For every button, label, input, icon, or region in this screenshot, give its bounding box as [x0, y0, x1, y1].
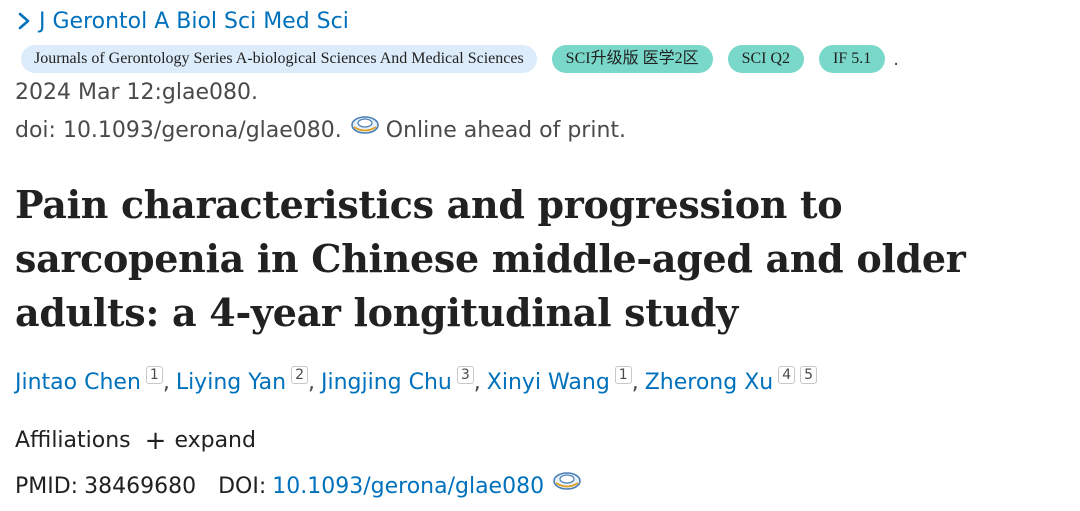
pmid-value: 38469680	[84, 474, 197, 499]
identifiers-row: PMID: 38469680 DOI: 10.1093/gerona/glae0…	[15, 471, 588, 499]
chevron-right-icon	[18, 12, 30, 30]
affiliation-ref[interactable]: 2	[291, 365, 308, 384]
author-link[interactable]: Zherong Xu	[645, 370, 774, 395]
journal-badges: Journals of Gerontology Series A-biologi…	[21, 45, 899, 73]
affiliations-expand-button[interactable]: + expand	[144, 425, 256, 456]
expand-label: expand	[174, 428, 256, 453]
author-link[interactable]: Jingjing Chu	[321, 370, 452, 395]
journal-full-name-badge: Journals of Gerontology Series A-biologi…	[21, 45, 537, 73]
article-title: Pain characteristics and progression to …	[15, 182, 966, 335]
affiliations-row: Affiliations + expand	[15, 425, 256, 456]
affiliation-ref[interactable]: 4	[778, 365, 796, 384]
citation-doi-line: doi: 10.1093/gerona/glae080. Online ahea…	[15, 115, 627, 143]
citation-doi: doi: 10.1093/gerona/glae080.	[15, 118, 342, 143]
affiliation-ref[interactable]: 1	[145, 365, 163, 384]
affiliation-ref[interactable]: 1	[614, 365, 632, 384]
journal-link[interactable]: J Gerontol A Biol Sci Med Sci	[15, 8, 349, 34]
impact-factor-badge: IF 5.1	[819, 45, 886, 73]
journal-quartile-badge: SCI Q2	[727, 45, 805, 73]
journal-abbrev: J Gerontol A Biol Sci Med Sci	[39, 8, 349, 34]
doi-tracker-icon[interactable]	[350, 114, 380, 136]
badge-trailing-period: .	[893, 48, 899, 70]
author-link[interactable]: Jintao Chen	[15, 370, 141, 395]
publication-status: Online ahead of print.	[385, 118, 627, 143]
doi-label: DOI:	[218, 474, 267, 499]
author-list: Jintao Chen 1 , Liying Yan 2 , Jingjing …	[15, 365, 818, 395]
author-separator: ,	[631, 370, 639, 395]
plus-icon: +	[144, 425, 167, 456]
author-separator: ,	[473, 370, 481, 395]
doi-tracker-icon[interactable]	[552, 470, 582, 492]
affiliation-ref[interactable]: 5	[800, 365, 818, 384]
author-link[interactable]: Liying Yan	[176, 370, 286, 395]
affiliations-label: Affiliations	[15, 428, 131, 453]
author-separator: ,	[162, 370, 170, 395]
affiliation-ref[interactable]: 3	[456, 365, 474, 384]
publication-date: 2024 Mar 12:glae080.	[15, 80, 258, 105]
author-separator: ,	[307, 370, 315, 395]
author-link[interactable]: Xinyi Wang	[487, 370, 610, 395]
journal-rank-badge: SCI升级版 医学2区	[551, 45, 713, 73]
doi-link[interactable]: 10.1093/gerona/glae080	[272, 474, 544, 499]
pmid-label: PMID:	[15, 474, 79, 499]
